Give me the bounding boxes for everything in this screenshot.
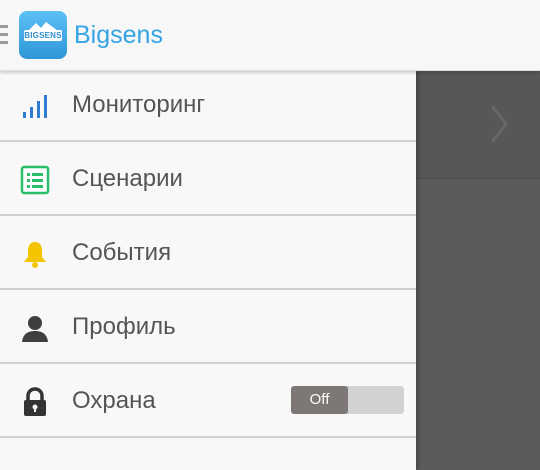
logo-text: BIGSENS bbox=[24, 30, 62, 41]
content-card bbox=[416, 72, 540, 179]
navigation-drawer: Мониторинг Сценарии События Профиль Охра… bbox=[0, 70, 416, 470]
nav-item-security[interactable]: Охрана Off bbox=[0, 366, 416, 438]
nav-item-events[interactable]: События bbox=[0, 218, 416, 290]
signal-bars-icon bbox=[23, 95, 47, 118]
security-toggle[interactable]: Off bbox=[291, 386, 404, 414]
nav-item-label: События bbox=[72, 239, 172, 266]
nav-item-monitoring[interactable]: Мониторинг bbox=[0, 70, 416, 142]
user-icon bbox=[22, 316, 48, 342]
nav-item-scenarios[interactable]: Сценарии bbox=[0, 144, 416, 216]
nav-item-label: Мониторинг bbox=[72, 91, 206, 118]
app-logo[interactable]: BIGSENS bbox=[19, 11, 67, 59]
drawer-indicator-icon[interactable] bbox=[0, 25, 8, 45]
nav-item-label: Профиль bbox=[72, 313, 176, 340]
action-bar: BIGSENS Bigsens bbox=[0, 0, 540, 71]
nav-item-profile[interactable]: Профиль bbox=[0, 292, 416, 364]
nav-item-label: Охрана bbox=[72, 387, 156, 414]
chevron-right-icon bbox=[490, 105, 508, 143]
toggle-thumb: Off bbox=[291, 386, 348, 414]
bell-icon bbox=[24, 242, 46, 268]
lock-icon bbox=[24, 387, 46, 416]
app-title: Bigsens bbox=[74, 21, 163, 49]
list-icon bbox=[20, 165, 50, 195]
nav-item-label: Сценарии bbox=[72, 165, 183, 192]
